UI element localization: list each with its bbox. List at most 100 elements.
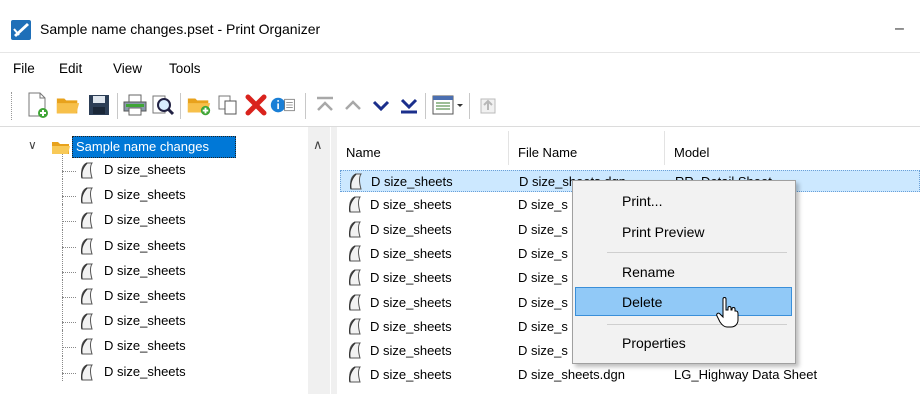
sheet-icon bbox=[346, 196, 362, 217]
ctx-rename[interactable]: Rename bbox=[622, 264, 675, 280]
tree-item[interactable]: D size_sheets bbox=[0, 305, 300, 335]
print-icon[interactable] bbox=[122, 91, 148, 119]
tree-item-label: D size_sheets bbox=[104, 338, 186, 354]
sheet-icon bbox=[346, 269, 362, 290]
cell-name: D size_sheets bbox=[370, 367, 452, 383]
toolbar-separator bbox=[305, 93, 306, 119]
ctx-separator bbox=[607, 324, 787, 325]
sheet-icon bbox=[78, 212, 94, 233]
sheet-icon bbox=[78, 238, 94, 259]
scroll-up-arrow[interactable]: ∧ bbox=[313, 137, 323, 153]
tree-item[interactable]: D size_sheets bbox=[0, 280, 300, 310]
move-to-top-icon[interactable] bbox=[312, 91, 338, 119]
tree-item-label: D size_sheets bbox=[104, 162, 186, 177]
tree-item-label: D size_sheets bbox=[104, 363, 186, 379]
sheet-icon bbox=[78, 263, 94, 284]
sheet-icon bbox=[346, 342, 362, 363]
tree-item-label: D size_sheets bbox=[104, 262, 186, 278]
tree-connector bbox=[62, 221, 76, 223]
ctx-print-preview[interactable]: Print Preview bbox=[622, 224, 704, 240]
tree-connector bbox=[62, 330, 64, 356]
tree-scrollbar[interactable] bbox=[308, 127, 330, 394]
menu-edit[interactable]: Edit bbox=[59, 61, 82, 76]
cell-name: D size_sheets bbox=[371, 174, 453, 189]
print-preview-icon[interactable] bbox=[150, 91, 176, 119]
cell-model: LG_Highway Data Sheet bbox=[674, 367, 818, 383]
tree-item[interactable]: D size_sheets bbox=[0, 204, 300, 234]
sheet-icon bbox=[346, 366, 362, 387]
toolbar-separator bbox=[117, 93, 118, 119]
window-title: Sample name changes.pset - Print Organiz… bbox=[40, 21, 321, 37]
sheet-icon bbox=[78, 162, 94, 183]
export-icon[interactable] bbox=[475, 91, 501, 119]
column-header-file-name[interactable]: File Name bbox=[518, 145, 577, 160]
table-row[interactable]: D size_sheets D size_sheets.dgn LG_Highway… bbox=[340, 364, 920, 386]
tree-connector bbox=[62, 171, 76, 173]
ctx-properties[interactable]: Properties bbox=[622, 335, 686, 351]
open-folder-icon[interactable] bbox=[55, 91, 81, 119]
column-divider[interactable] bbox=[664, 131, 665, 165]
cell-name: D size_sheets bbox=[370, 221, 452, 237]
tree-connector bbox=[62, 322, 76, 324]
sheet-icon bbox=[78, 364, 94, 385]
new-document-icon[interactable] bbox=[24, 91, 50, 119]
sheet-icon bbox=[346, 245, 362, 266]
ctx-highlight bbox=[575, 287, 792, 316]
tree-item[interactable]: D size_sheets bbox=[0, 355, 300, 386]
tree-root-label: Sample name changes bbox=[76, 139, 209, 154]
cell-file-name: D size_s bbox=[518, 221, 568, 237]
print-organizer-app-icon bbox=[10, 19, 32, 41]
tree-expander-icon[interactable]: ∨ bbox=[28, 138, 37, 152]
column-header-name[interactable]: Name bbox=[346, 145, 381, 160]
cell-file-name: D size_s bbox=[518, 197, 568, 213]
delete-x-icon[interactable] bbox=[243, 91, 269, 119]
sheet-icon bbox=[347, 173, 363, 194]
cell-name: D size_sheets bbox=[370, 245, 452, 261]
cell-name: D size_sheets bbox=[370, 197, 452, 213]
tree-item[interactable]: D size_sheets bbox=[0, 179, 300, 209]
move-up-icon[interactable] bbox=[340, 91, 366, 119]
properties-info-icon[interactable] bbox=[270, 91, 296, 119]
ctx-delete[interactable]: Delete bbox=[622, 294, 662, 310]
view-options-icon[interactable] bbox=[431, 91, 465, 119]
minimize-button[interactable]: – bbox=[895, 20, 904, 38]
menu-tools[interactable]: Tools bbox=[169, 61, 201, 76]
column-divider[interactable] bbox=[508, 131, 509, 165]
menu-file[interactable]: File bbox=[13, 61, 35, 76]
folder-icon bbox=[51, 139, 71, 158]
tree-item[interactable]: D size_sheets bbox=[0, 254, 300, 285]
ctx-separator bbox=[607, 252, 787, 253]
toolbar-separator bbox=[425, 93, 426, 119]
tree-item[interactable]: D size_sheets bbox=[0, 154, 300, 184]
column-header-model[interactable]: Model bbox=[674, 145, 709, 160]
toolbar-separator bbox=[469, 93, 470, 119]
tree-item[interactable]: D size_sheets bbox=[0, 330, 300, 360]
sheet-icon bbox=[346, 294, 362, 315]
cell-file-name: D size_sheets.dgn bbox=[518, 367, 625, 383]
sheet-icon bbox=[78, 187, 94, 208]
sheet-icon bbox=[78, 313, 94, 334]
tree-item-label: D size_sheets bbox=[104, 313, 186, 329]
tree-item[interactable]: D size_sheets bbox=[0, 229, 300, 260]
move-down-icon[interactable] bbox=[368, 91, 394, 119]
save-icon[interactable] bbox=[86, 91, 112, 119]
sheet-icon bbox=[346, 318, 362, 339]
menu-view[interactable]: View bbox=[113, 61, 142, 76]
cell-name: D size_sheets bbox=[370, 294, 452, 310]
copy-icon[interactable] bbox=[215, 91, 241, 119]
cell-name: D size_sheets bbox=[370, 270, 452, 286]
tree-connector bbox=[62, 204, 64, 230]
tree-item-label: D size_sheets bbox=[104, 237, 186, 253]
cell-name: D size_sheets bbox=[370, 343, 452, 359]
cell-file-name: D size_s bbox=[518, 294, 568, 310]
tree-connector bbox=[62, 372, 76, 375]
tree-connector bbox=[62, 154, 64, 180]
move-to-bottom-icon[interactable] bbox=[396, 91, 422, 119]
ctx-print[interactable]: Print... bbox=[622, 193, 662, 209]
tree-item-label: D size_sheets bbox=[104, 187, 186, 203]
add-folder-icon[interactable] bbox=[186, 91, 212, 119]
tree-connector bbox=[62, 196, 76, 198]
cell-file-name: D size_s bbox=[518, 270, 568, 286]
toolbar-separator bbox=[180, 93, 181, 119]
tree-item-label: D size_sheets bbox=[104, 288, 186, 303]
